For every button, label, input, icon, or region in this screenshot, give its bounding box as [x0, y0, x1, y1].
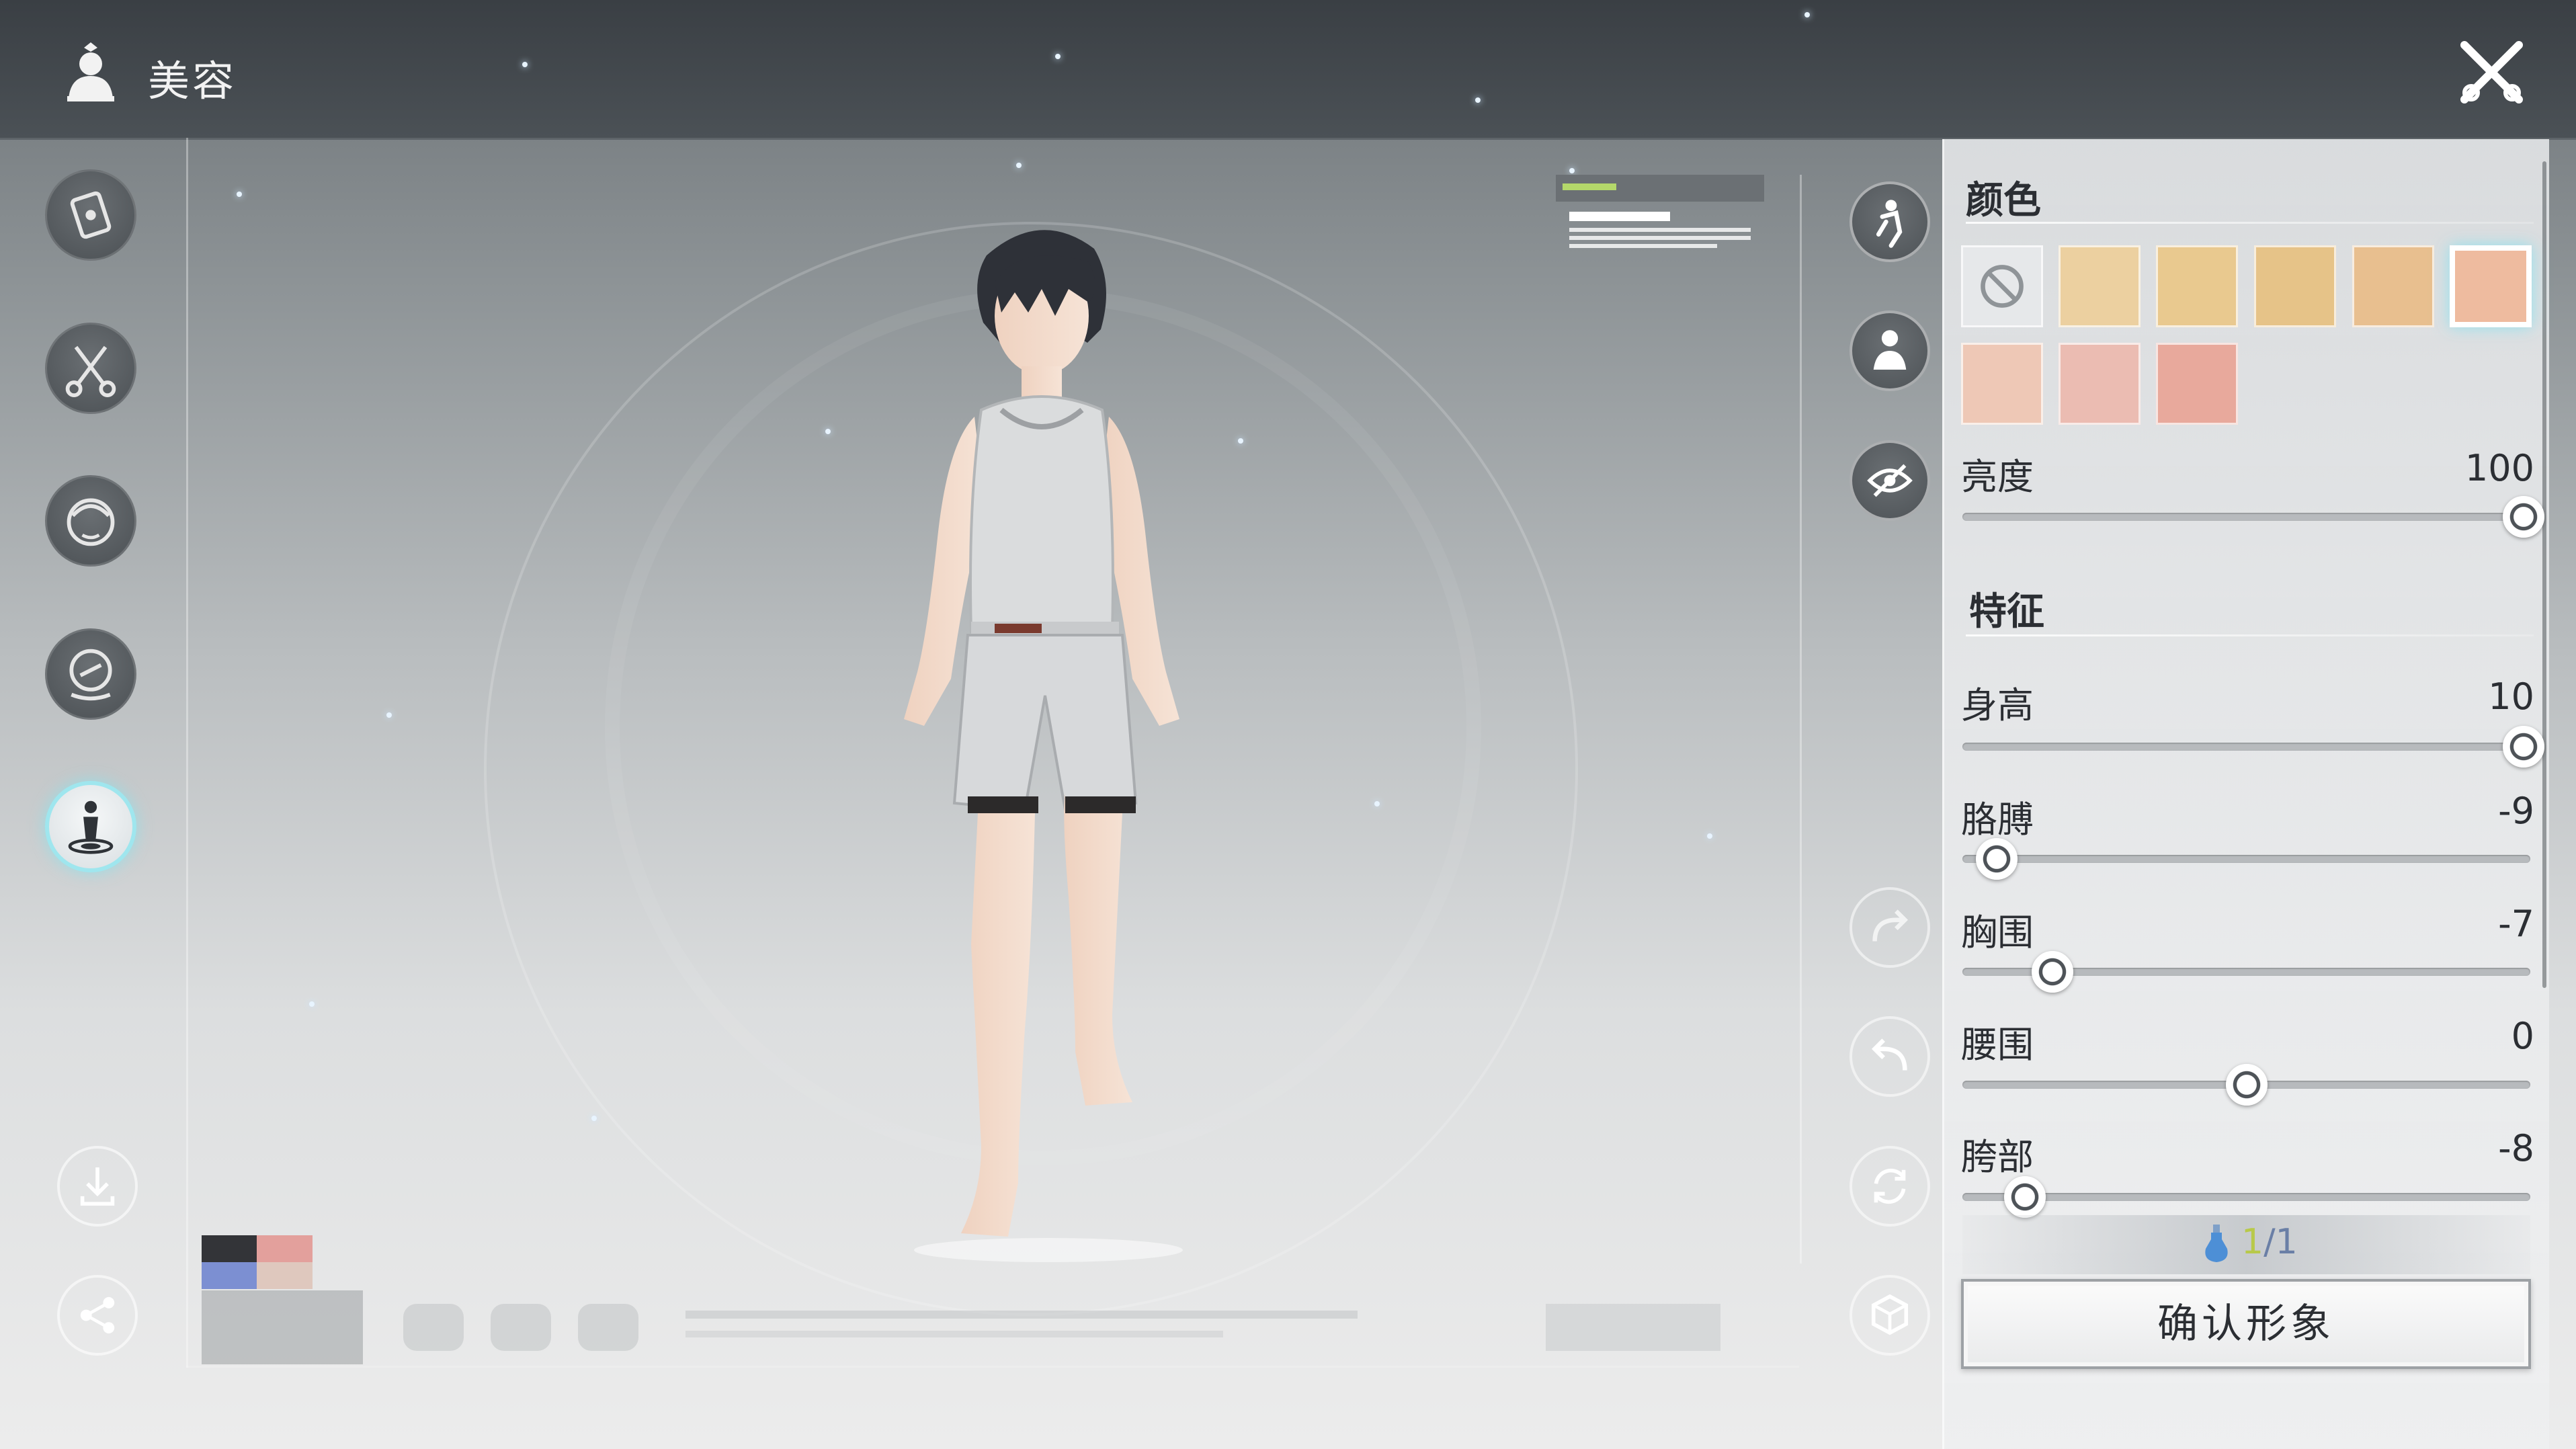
pose-icon: [1876, 200, 1903, 248]
reset-icon: [1874, 1168, 1906, 1204]
none-icon: [1981, 265, 2024, 308]
color-swatch[interactable]: [2156, 245, 2238, 327]
color-legend: [202, 1235, 313, 1289]
legend-swatch: [202, 1235, 257, 1262]
arm-slider-track[interactable]: [1962, 855, 2530, 863]
stage-frame-right: [1800, 175, 1802, 1264]
badge-icon: [69, 649, 112, 701]
height-label: 身高: [1961, 684, 2034, 727]
features-section-title: 特征: [1969, 590, 2044, 634]
legend-swatch: [257, 1235, 313, 1262]
height-slider-knob[interactable]: [2503, 726, 2544, 768]
bottom-decoration-strip: [202, 1290, 1720, 1364]
scissors-icon: [65, 345, 116, 398]
sparkle: [237, 192, 242, 197]
character-model[interactable]: [833, 215, 1257, 1270]
pose-button[interactable]: [1850, 181, 1930, 262]
random-button[interactable]: [1850, 1275, 1930, 1356]
color-swatch[interactable]: [2352, 245, 2434, 327]
download-button[interactable]: [57, 1146, 138, 1227]
hair-menu-button[interactable]: [45, 323, 136, 414]
close-x-icon[interactable]: [2456, 37, 2527, 108]
color-section-title: 颜色: [1966, 179, 2041, 222]
stage-frame-bottom: [186, 1366, 1799, 1368]
page-title: 美容: [148, 56, 237, 106]
badge-menu-button[interactable]: [45, 628, 136, 720]
section-divider: [1966, 634, 2534, 636]
cost-counter: 1/1: [2241, 1222, 2298, 1262]
sparkle: [591, 1116, 597, 1121]
waist-label: 腰围: [1961, 1024, 2034, 1066]
hip-value: -8: [2498, 1127, 2534, 1169]
waist-value: 0: [2511, 1015, 2534, 1057]
sparkle: [1055, 54, 1061, 59]
sparkle: [309, 1001, 315, 1007]
stage-info-tag: [1556, 175, 1764, 248]
color-swatch-none[interactable]: [1961, 245, 2043, 327]
body-menu-button[interactable]: [45, 781, 136, 872]
potion-bottle-icon: [2205, 1225, 2228, 1262]
sparkle: [825, 429, 831, 434]
cost-total: 1: [2275, 1222, 2298, 1262]
hip-label: 胯部: [1961, 1136, 2034, 1178]
height-value: 10: [2488, 675, 2534, 718]
color-swatch[interactable]: [2059, 343, 2141, 425]
sparkle: [1475, 97, 1481, 103]
face-menu-button[interactable]: [45, 475, 136, 567]
brightness-value: 100: [2464, 447, 2534, 489]
chest-label: 胸围: [1961, 911, 2034, 954]
sparkle: [1707, 833, 1712, 839]
sparkle: [522, 62, 528, 67]
share-icon: [80, 1296, 115, 1334]
brightness-slider-knob[interactable]: [2503, 496, 2544, 538]
waist-slider-knob[interactable]: [2225, 1064, 2268, 1106]
outfit-icon: [1873, 330, 1907, 370]
redo-icon: [1872, 909, 1909, 942]
brightness-label: 亮度: [1961, 456, 2034, 498]
download-icon: [80, 1167, 115, 1206]
section-divider: [1966, 222, 2534, 224]
cost-separator: /: [2263, 1222, 2276, 1262]
panel-scrollbar[interactable]: [2542, 161, 2546, 988]
hip-slider-knob[interactable]: [2003, 1176, 2046, 1218]
color-swatch[interactable]: [2254, 245, 2336, 327]
chest-value: -7: [2498, 903, 2534, 945]
top-bar: [0, 0, 2576, 140]
color-swatch[interactable]: [2156, 343, 2238, 425]
color-swatch[interactable]: [1961, 343, 2043, 425]
face-icon: [67, 498, 115, 546]
undo-icon: [1871, 1038, 1907, 1071]
sparkle: [1016, 163, 1022, 168]
random-dice-icon: [1871, 1294, 1909, 1335]
stage-frame-left: [186, 138, 188, 1368]
sparkle: [386, 712, 392, 718]
card-icon: [70, 191, 112, 239]
arm-value: -9: [2498, 790, 2534, 832]
card-menu-button[interactable]: [45, 169, 136, 261]
height-slider-track[interactable]: [1962, 743, 2530, 751]
arm-label: 胳膊: [1961, 798, 2034, 841]
color-swatch[interactable]: [2059, 245, 2141, 327]
legend-swatch: [257, 1262, 313, 1289]
undo-button[interactable]: [1850, 1016, 1930, 1097]
cost-current: 1: [2241, 1222, 2264, 1262]
hide-eye-icon: [1867, 464, 1913, 497]
hip-slider-track[interactable]: [1962, 1193, 2530, 1201]
body-stand-icon: [68, 800, 114, 854]
hide-ui-button[interactable]: [1850, 440, 1930, 521]
sparkle: [1374, 801, 1380, 806]
legend-swatch: [202, 1262, 257, 1289]
redo-button[interactable]: [1850, 887, 1930, 968]
chest-slider-knob[interactable]: [2031, 951, 2073, 993]
sparkle: [1804, 12, 1810, 17]
color-swatch-selected[interactable]: [2450, 245, 2532, 327]
character-bust-icon: [67, 42, 114, 101]
reset-button[interactable]: [1850, 1146, 1930, 1227]
confirm-appearance-button[interactable]: 确认形象: [1961, 1279, 2531, 1369]
outfit-button[interactable]: [1850, 310, 1930, 391]
share-button[interactable]: [57, 1275, 138, 1356]
arm-slider-knob[interactable]: [1976, 838, 2018, 880]
brightness-slider-track[interactable]: [1962, 513, 2530, 521]
